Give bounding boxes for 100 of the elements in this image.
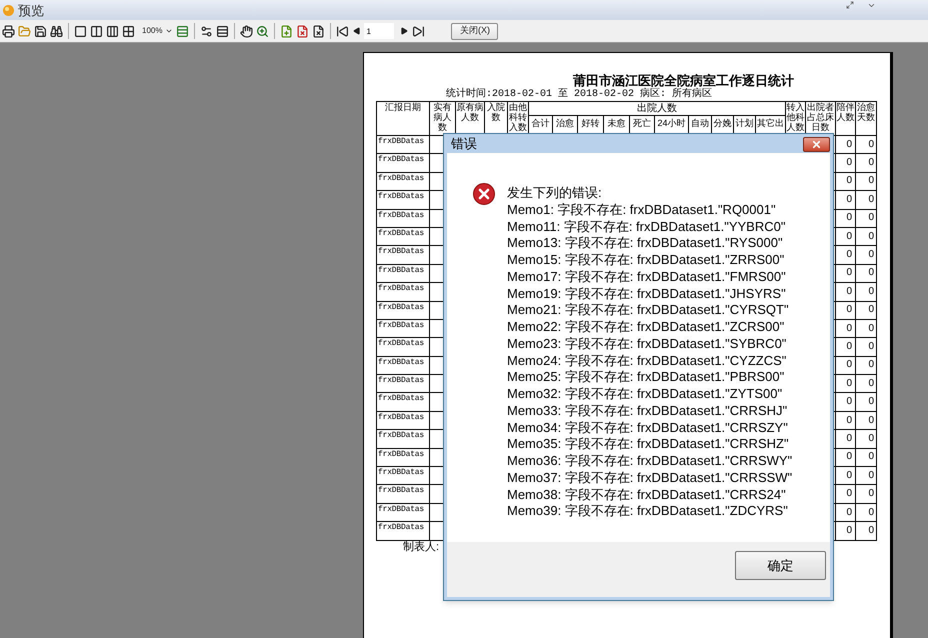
- error-message: Memo34: 字段不存在: frxDBDataset1."CRRSZY": [507, 420, 788, 436]
- table-cell: 0: [856, 338, 877, 356]
- report-title: 莆田市涵江医院全院病室工作逐日统计: [573, 74, 795, 87]
- table-cell: 0: [836, 392, 856, 412]
- table-cell: 0: [856, 227, 877, 246]
- table-header: 治愈天数: [856, 102, 877, 136]
- columns-icon[interactable]: [105, 23, 120, 39]
- table-cell: 0: [836, 522, 856, 540]
- report-subtitle: 统计时间:2018-02-01 至 2018-02-02 病区: 所有病区: [446, 90, 714, 100]
- table-cell: 0: [856, 503, 877, 522]
- table-cell: 0: [856, 190, 877, 210]
- zoom-in-icon[interactable]: [255, 23, 270, 39]
- table-cell: frxDBDatas: [376, 264, 430, 283]
- table-cell: frxDBDatas: [376, 154, 430, 172]
- error-message: Memo23: 字段不存在: frxDBDataset1."SYBRC0": [507, 336, 786, 352]
- error-message: Memo25: 字段不存在: frxDBDataset1."PBRS00": [507, 369, 784, 386]
- table-cell: frxDBDatas: [376, 209, 430, 228]
- table-cell: frxDBDatas: [376, 301, 430, 320]
- error-message: Memo11: 字段不存在: frxDBDataset1."YYBRC0": [507, 218, 786, 236]
- error-message: Memo38: 字段不存在: frxDBDataset1."CRRS24": [507, 486, 786, 504]
- table-cell: 0: [836, 319, 856, 338]
- table-cell: 0: [836, 154, 856, 172]
- table-cell: 0: [856, 246, 877, 264]
- error-message: Memo39: 字段不存在: frxDBDataset1."ZDCYRS": [507, 503, 788, 520]
- error-message: Memo24: 字段不存在: frxDBDataset1."CYZZCS": [507, 352, 786, 370]
- close-button[interactable]: 关闭(X): [451, 22, 498, 40]
- page-number-field[interactable]: 1: [364, 23, 394, 39]
- table-cell: 0: [836, 484, 856, 504]
- error-message: Memo22: 字段不存在: frxDBDataset1."ZCRS00": [507, 319, 784, 336]
- table-cell: 0: [836, 338, 856, 356]
- table-cell: 0: [836, 374, 856, 393]
- save-icon[interactable]: [33, 23, 48, 39]
- preparer-label: 制表人:: [403, 542, 440, 553]
- binoculars-icon[interactable]: [49, 23, 64, 39]
- table-header: 汇报日期: [376, 102, 430, 136]
- table-header: 陪伴人数: [836, 102, 856, 136]
- table-cell: 0: [836, 503, 856, 522]
- table-cell: 0: [856, 209, 877, 228]
- table-cell: frxDBDatas: [376, 522, 430, 540]
- table-cell: 0: [836, 301, 856, 320]
- table-cell: 0: [856, 356, 877, 375]
- table-cell: 0: [836, 172, 856, 191]
- list-icon[interactable]: [215, 23, 230, 39]
- table-cell: 0: [836, 136, 856, 154]
- table-cell: 0: [856, 411, 877, 430]
- table-cell: frxDBDatas: [376, 392, 430, 412]
- table-cell: frxDBDatas: [376, 227, 430, 246]
- table-cell: 0: [856, 522, 877, 540]
- single-page-icon[interactable]: [73, 23, 88, 39]
- table-cell: frxDBDatas: [376, 246, 430, 264]
- grid-icon[interactable]: [121, 23, 136, 39]
- table-cell: 0: [836, 466, 856, 485]
- error-icon: [473, 183, 495, 205]
- table-cell: 0: [836, 356, 856, 375]
- error-message: Memo21: 字段不存在: frxDBDataset1."CYRSQT": [507, 302, 789, 319]
- table-cell: frxDBDatas: [376, 448, 430, 467]
- table-cell: 0: [856, 301, 877, 320]
- error-heading: 发生下列的错误:: [507, 185, 602, 202]
- new-page-icon[interactable]: [279, 23, 294, 39]
- error-message: Memo36: 字段不存在: frxDBDataset1."CRRSWY": [507, 453, 792, 470]
- table-cell: 0: [836, 411, 856, 430]
- close-button[interactable]: [803, 137, 830, 152]
- ok-button[interactable]: 确定: [735, 551, 826, 580]
- table-cell: 0: [856, 466, 877, 485]
- table-cell: 0: [836, 448, 856, 467]
- table-cell: 0: [836, 282, 856, 302]
- dialog-title: 错误: [451, 137, 477, 150]
- table-cell: 0: [856, 136, 877, 154]
- chevron-icon: [165, 27, 174, 35]
- table-cell: 0: [836, 264, 856, 283]
- table-cell: 0: [836, 227, 856, 246]
- table-cell: 0: [856, 319, 877, 338]
- hand-icon[interactable]: [239, 23, 254, 39]
- error-message: Memo1: 字段不存在: frxDBDataset1."RQ0001": [507, 202, 776, 218]
- zoom-dropdown[interactable]: 100%: [141, 23, 174, 39]
- table-cell: 0: [856, 484, 877, 504]
- error-message: Memo19: 字段不存在: frxDBDataset1."JHSYRS": [507, 286, 786, 302]
- table-cell: frxDBDatas: [376, 282, 430, 302]
- table-cell: frxDBDatas: [376, 356, 430, 375]
- table-cell: frxDBDatas: [376, 466, 430, 485]
- error-message: Memo35: 字段不存在: frxDBDataset1."CRRSHZ": [507, 436, 789, 453]
- error-message: Memo15: 字段不存在: frxDBDataset1."ZRRS00": [507, 252, 784, 269]
- error-message: Memo37: 字段不存在: frxDBDataset1."CRRSSW": [507, 470, 792, 486]
- table-cell: frxDBDatas: [376, 503, 430, 522]
- table-cell: frxDBDatas: [376, 172, 430, 191]
- table-cell: 0: [856, 264, 877, 283]
- window-title: 预览: [18, 4, 44, 16]
- table-cell: frxDBDatas: [376, 190, 430, 210]
- table-cell: frxDBDatas: [376, 411, 430, 430]
- table-cell: 0: [856, 392, 877, 412]
- print-icon[interactable]: [1, 23, 16, 39]
- delete-page-icon[interactable]: [295, 23, 310, 39]
- table-cell: 0: [856, 374, 877, 393]
- app-icon: [2, 4, 15, 16]
- table-header: 出院人数: [528, 102, 786, 116]
- table-cell: 0: [856, 282, 877, 302]
- error-message: Memo13: 字段不存在: frxDBDataset1."RYS000": [507, 235, 783, 252]
- error-message: Memo17: 字段不存在: frxDBDataset1."FMRS00": [507, 268, 786, 286]
- table-cell: frxDBDatas: [376, 136, 430, 154]
- table-cell: 0: [856, 154, 877, 172]
